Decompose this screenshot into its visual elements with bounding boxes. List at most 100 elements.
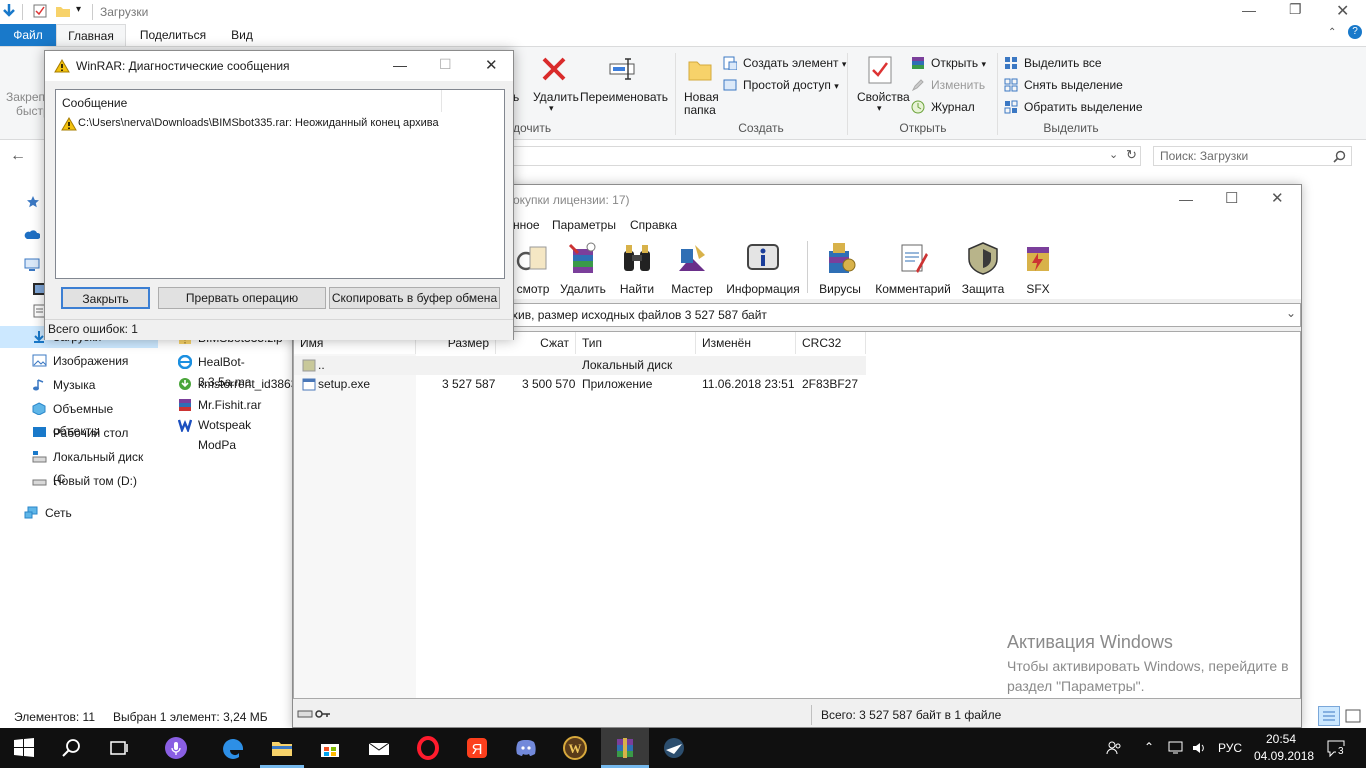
search-icon[interactable] — [60, 736, 84, 760]
tray-overflow-icon[interactable]: ⌃ — [1144, 740, 1154, 754]
key-icon[interactable] — [315, 709, 331, 719]
column-header-modified[interactable]: Изменён — [696, 332, 796, 354]
dialog-minimize-button[interactable]: — — [393, 57, 407, 73]
back-arrow-icon[interactable]: ← — [10, 147, 26, 165]
tab-view[interactable]: Вид — [222, 24, 262, 46]
close-dialog-button[interactable]: Закрыть — [61, 287, 150, 309]
tab-file[interactable]: Файл — [0, 24, 56, 46]
tab-share[interactable]: Поделиться — [134, 24, 212, 46]
open-button[interactable]: Открыть ▾ — [911, 53, 986, 73]
nav-item-local-disk-c[interactable]: Локальный диск (С — [0, 446, 158, 486]
create-element-button[interactable]: Создать элемент ▾ — [723, 53, 846, 73]
edge-icon[interactable] — [222, 736, 246, 760]
message-column-header[interactable]: Сообщение — [62, 96, 127, 110]
discord-icon[interactable] — [514, 736, 538, 760]
menu-help[interactable]: Справка — [630, 218, 677, 232]
tool-comment[interactable]: Комментарий — [873, 241, 953, 296]
rename-icon[interactable] — [608, 55, 640, 83]
search-input[interactable]: Поиск: Загрузки — [1153, 146, 1352, 166]
clock-time[interactable]: 20:54 — [1266, 732, 1296, 746]
address-dropdown-icon[interactable]: ⌄ — [1109, 148, 1118, 161]
opera-icon[interactable] — [416, 736, 440, 760]
properties-icon[interactable] — [866, 55, 894, 85]
maximize-button[interactable]: ❐ — [1289, 1, 1302, 18]
new-folder-quick-icon[interactable] — [55, 3, 71, 19]
table-row[interactable]: setup.exe 3 527 587 3 500 570 Приложение… — [294, 375, 866, 394]
tool-info[interactable]: Информация — [725, 241, 801, 296]
winrar-taskbar-icon[interactable] — [613, 736, 637, 760]
close-button[interactable]: ✕ — [1336, 1, 1349, 21]
new-folder-icon[interactable] — [687, 55, 713, 83]
nav-item-images[interactable]: Изображения — [0, 350, 158, 372]
winrar-minimize-button[interactable]: — — [1179, 191, 1193, 207]
column-header-crc[interactable]: CRC32 — [796, 332, 866, 354]
volume-icon[interactable] — [1191, 741, 1207, 755]
column-header-type[interactable]: Тип — [576, 332, 696, 354]
yandex-browser-icon[interactable]: Я — [465, 736, 489, 760]
help-icon[interactable]: ? — [1348, 25, 1362, 39]
wow-icon[interactable]: W — [563, 736, 587, 760]
new-folder-label-2[interactable]: папка — [684, 103, 716, 117]
history-button[interactable]: Журнал — [911, 97, 975, 117]
select-none-button[interactable]: Снять выделение — [1004, 75, 1123, 95]
path-dropdown-icon[interactable]: ⌄ — [1286, 306, 1296, 320]
properties-dropdown-icon[interactable]: ▾ — [877, 103, 882, 114]
menu-options[interactable]: Параметры — [552, 218, 616, 232]
tab-home[interactable]: Главная — [56, 24, 126, 46]
this-pc-icon[interactable] — [24, 258, 40, 272]
tool-protect[interactable]: Защита — [959, 241, 1007, 296]
input-language[interactable]: РУС — [1218, 741, 1242, 755]
minimize-button[interactable]: — — [1242, 2, 1256, 18]
dialog-close-button[interactable]: ✕ — [485, 56, 498, 74]
quick-access-star-icon[interactable] — [26, 195, 40, 209]
nav-item-network[interactable]: Сеть — [0, 502, 158, 524]
dialog-maximize-button[interactable]: ☐ — [439, 56, 452, 73]
file-explorer-icon[interactable] — [270, 736, 294, 760]
properties-button[interactable]: Свойства — [857, 90, 910, 104]
new-folder-label-1[interactable]: Новая — [684, 90, 719, 104]
search-icon[interactable] — [1333, 150, 1346, 163]
clock-date[interactable]: 04.09.2018 — [1254, 749, 1314, 763]
task-view-icon[interactable] — [107, 736, 131, 760]
people-icon[interactable] — [1106, 740, 1122, 756]
start-windows-icon[interactable] — [12, 736, 36, 760]
delete-dropdown-icon[interactable]: ▾ — [549, 103, 554, 114]
large-icons-view-icon[interactable] — [1344, 708, 1362, 724]
nav-item-new-volume-d[interactable]: Новый том (D:) — [0, 470, 158, 492]
nav-item-desktop[interactable]: Рабочий стол — [0, 422, 158, 444]
tool-delete[interactable]: Удалить — [559, 241, 607, 296]
ribbon-collapse-icon[interactable]: ⌃ — [1328, 27, 1336, 38]
download-arrow-icon[interactable] — [0, 2, 18, 20]
delete-x-icon[interactable] — [540, 55, 568, 83]
list-item[interactable]: C:\Users\nerva\Downloads\BIMSbot335.rar:… — [56, 114, 504, 134]
mail-icon[interactable] — [367, 736, 391, 760]
invert-selection-button[interactable]: Обратить выделение — [1004, 97, 1143, 117]
tool-sfx[interactable]: SFX — [1017, 241, 1059, 296]
drive-status-icon[interactable] — [297, 709, 313, 719]
winrar-close-button[interactable]: ✕ — [1271, 189, 1284, 207]
tool-find[interactable]: Найти — [615, 241, 659, 296]
easy-access-button[interactable]: Простой доступ ▾ — [723, 75, 839, 95]
select-all-button[interactable]: Выделить все — [1004, 53, 1102, 73]
abort-operation-button[interactable]: Прервать операцию — [158, 287, 326, 309]
properties-quick-icon[interactable] — [32, 3, 48, 19]
winrar-maximize-button[interactable]: ☐ — [1225, 189, 1238, 207]
app-icon[interactable] — [662, 736, 686, 760]
quick-access-dropdown-icon[interactable]: ▾ — [76, 4, 81, 15]
table-row[interactable]: .. Локальный диск — [294, 356, 866, 375]
menu-commands[interactable]: нное — [513, 218, 540, 232]
rename-button[interactable]: Переименовать — [580, 90, 668, 104]
edit-button[interactable]: Изменить — [911, 75, 985, 95]
details-view-button[interactable] — [1318, 706, 1340, 726]
nav-item-3d-objects[interactable]: Объемные объекты — [0, 398, 158, 438]
onedrive-icon[interactable] — [24, 228, 40, 240]
nav-item-music[interactable]: Музыка — [0, 374, 158, 396]
cortana-mic-icon[interactable] — [164, 736, 188, 760]
tool-virus-scan[interactable]: Вирусы — [817, 241, 863, 296]
address-bar[interactable] — [510, 146, 1141, 166]
network-tray-icon[interactable] — [1168, 741, 1184, 755]
delete-button[interactable]: Удалить — [533, 90, 579, 104]
tool-view[interactable]: смотр — [513, 241, 553, 296]
refresh-icon[interactable]: ↻ — [1126, 147, 1137, 163]
copy-to-clipboard-button[interactable]: Скопировать в буфер обмена — [329, 287, 500, 309]
